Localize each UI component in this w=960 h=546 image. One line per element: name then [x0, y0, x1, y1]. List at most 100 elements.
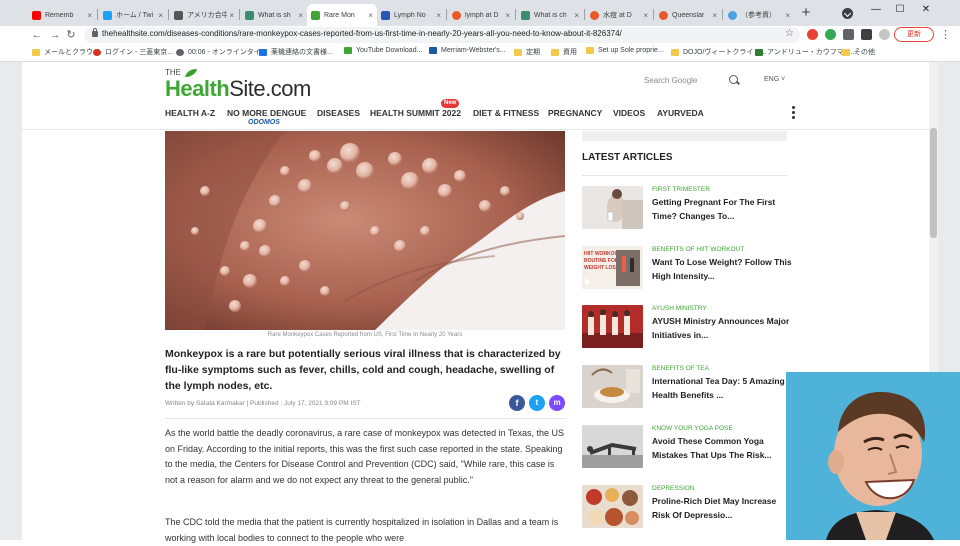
article-paragraph: As the world battle the deadly coronavir… — [165, 428, 565, 485]
nav-pregnancy[interactable]: PREGNANCY — [548, 108, 602, 118]
extension-icon[interactable] — [825, 29, 836, 40]
new-tab-button[interactable]: + — [798, 5, 814, 21]
bookmark-folder[interactable]: 資用 — [551, 47, 577, 57]
article-title[interactable]: Want To Lose Weight? Follow This High In… — [652, 255, 792, 283]
bookmark-star-icon[interactable]: ☆ — [785, 28, 794, 39]
close-tab-icon[interactable]: × — [87, 11, 92, 20]
article-title[interactable]: AYUSH Ministry Announces Major Initiativ… — [652, 314, 792, 342]
folder-icon — [671, 48, 679, 56]
article-title[interactable]: Avoid These Common Yoga Mistakes That Up… — [652, 434, 792, 462]
scrollbar-thumb[interactable] — [930, 128, 937, 238]
close-tab-icon[interactable]: × — [505, 11, 510, 20]
reload-button[interactable]: ↻ — [64, 28, 78, 42]
puzzle-extensions-icon[interactable] — [843, 29, 854, 40]
back-button[interactable]: ← — [30, 28, 44, 42]
bookmark-folder[interactable]: Set up Sole proprie... — [586, 47, 664, 54]
bookmark-item[interactable]: メールとクラウド — [32, 47, 100, 57]
extension-icon[interactable] — [861, 29, 872, 40]
youtube-icon — [32, 10, 41, 20]
profile-avatar-icon[interactable] — [879, 29, 890, 40]
browser-tab[interactable]: アメリカ合中 × — [170, 4, 238, 26]
close-tab-icon[interactable]: × — [436, 11, 441, 20]
download-icon — [344, 47, 352, 54]
bookmark-folder[interactable]: その他 — [842, 47, 875, 57]
wikipedia-icon — [174, 10, 183, 20]
browser-tab[interactable]: Rememb × — [28, 4, 96, 26]
messenger-share-icon[interactable]: m — [549, 395, 565, 411]
nav-diseases[interactable]: DISEASES — [317, 108, 360, 118]
sidebar-article[interactable]: FIRST TRIMESTER Getting Pregnant For The… — [582, 186, 792, 230]
browser-toolbar: ← → ↻ thehealthsite.com/diseases-conditi… — [0, 26, 960, 44]
sidebar-article[interactable]: AYUSH MINISTRY AYUSH Ministry Announces … — [582, 305, 792, 349]
bookmark-item[interactable]: Merriam-Webster's... — [429, 47, 506, 54]
sidebar-article[interactable]: HIIT WORKOUT ROUTINE FOR WEIGHT LOSS BENEF… — [582, 246, 792, 290]
close-tab-icon[interactable]: × — [158, 11, 163, 20]
article-thumbnail: HIIT WORKOUT ROUTINE FOR WEIGHT LOSS — [582, 246, 643, 289]
close-tab-icon[interactable]: × — [298, 11, 303, 20]
close-tab-icon[interactable]: × — [785, 11, 790, 20]
browser-tab[interactable]: ホーム / Twi × — [99, 4, 167, 26]
facebook-share-icon[interactable]: f — [509, 395, 525, 411]
forward-button[interactable]: → — [48, 28, 62, 42]
browser-tab[interactable]: Queenslar × — [655, 4, 721, 26]
browser-tab[interactable]: What is ch × — [517, 4, 583, 26]
article-thumbnail — [582, 305, 643, 348]
twitter-share-icon[interactable]: t — [529, 395, 545, 411]
search-icon[interactable] — [729, 75, 738, 84]
site-favicon — [590, 10, 599, 20]
update-button[interactable]: 更新 — [894, 27, 934, 42]
bookmark-item[interactable]: 薬機連絡の文書様... — [259, 47, 333, 57]
close-tab-icon[interactable]: × — [574, 11, 579, 20]
article-thumbnail — [582, 425, 643, 468]
twitter-icon — [103, 10, 112, 20]
close-tab-icon[interactable]: × — [229, 11, 234, 20]
close-tab-icon[interactable]: × — [643, 11, 648, 20]
browser-tab[interactable]: （参考資） × — [724, 4, 794, 26]
more-menu-icon[interactable] — [792, 106, 796, 122]
browser-menu-icon[interactable]: ⋮ — [940, 27, 951, 43]
nav-ayurveda[interactable]: AYURVEDA — [657, 108, 704, 118]
article-category: AYUSH MINISTRY — [652, 305, 707, 312]
address-bar[interactable]: thehealthsite.com/diseases-conditions/ra… — [84, 27, 800, 43]
bookmark-item[interactable]: 00:06 - オンラインタイ... — [176, 47, 267, 57]
clock-icon — [176, 48, 184, 56]
language-selector[interactable]: ENG ˅ — [764, 76, 785, 83]
browser-tab[interactable]: What is sh × — [241, 4, 307, 26]
url-text: thehealthsite.com/diseases-conditions/ra… — [102, 29, 622, 38]
tab-search-icon[interactable] — [842, 8, 853, 19]
bookmark-item[interactable]: ログイン - 三菱東京... — [93, 47, 173, 57]
article-title[interactable]: Getting Pregnant For The First Time? Cha… — [652, 195, 792, 223]
article-title[interactable]: Proline-Rich Diet May Increase Risk Of D… — [652, 494, 792, 522]
latest-articles-heading: LATEST ARTICLES — [582, 152, 673, 163]
close-tab-icon[interactable]: × — [712, 11, 717, 20]
article-thumbnail — [582, 485, 643, 528]
close-tab-icon[interactable]: × — [368, 11, 373, 20]
sidebar-article[interactable]: DEPRESSION Proline-Rich Diet May Increas… — [582, 485, 792, 529]
close-window-button[interactable]: ✕ — [916, 3, 936, 17]
browser-tab[interactable]: 水痘 at D × — [586, 4, 652, 26]
article-title[interactable]: International Tea Day: 5 Amazing Health … — [652, 374, 792, 402]
browser-tab-active[interactable]: Rare Mon × — [307, 4, 377, 26]
search-input[interactable]: Search Google — [644, 76, 697, 85]
nav-no-more-dengue[interactable]: NO MORE DENGUE — [227, 108, 306, 118]
site-favicon — [452, 10, 461, 20]
nav-health-a-z[interactable]: HEALTH A-Z — [165, 108, 215, 118]
sidebar-article[interactable]: BENEFITS OF TEA International Tea Day: 5… — [582, 365, 792, 409]
browser-tab[interactable]: Lymph No × — [377, 4, 445, 26]
bookmark-item[interactable]: YouTube Download... — [344, 47, 422, 54]
minimize-button[interactable]: — — [866, 3, 886, 17]
folder-icon — [514, 48, 522, 56]
bookmark-folder[interactable]: 定期 — [514, 47, 540, 57]
bookmark-folder[interactable]: DOJO/ヴィートクライト... — [671, 47, 766, 57]
maximize-button[interactable]: ☐ — [890, 3, 910, 17]
dictionary-icon — [429, 47, 437, 54]
nav-videos[interactable]: VIDEOS — [613, 108, 645, 118]
nav-health-summit[interactable]: HEALTH SUMMIT 2022 — [370, 108, 461, 118]
folder-icon — [586, 47, 594, 54]
site-favicon — [659, 10, 668, 20]
sidebar-article[interactable]: KNOW YOUR YOGA POSE Avoid These Common Y… — [582, 425, 792, 469]
site-favicon — [755, 48, 763, 56]
browser-tab[interactable]: lymph at D × — [448, 4, 514, 26]
nav-diet-fitness[interactable]: DIET & FITNESS — [473, 108, 539, 118]
extension-icon[interactable] — [807, 29, 818, 40]
